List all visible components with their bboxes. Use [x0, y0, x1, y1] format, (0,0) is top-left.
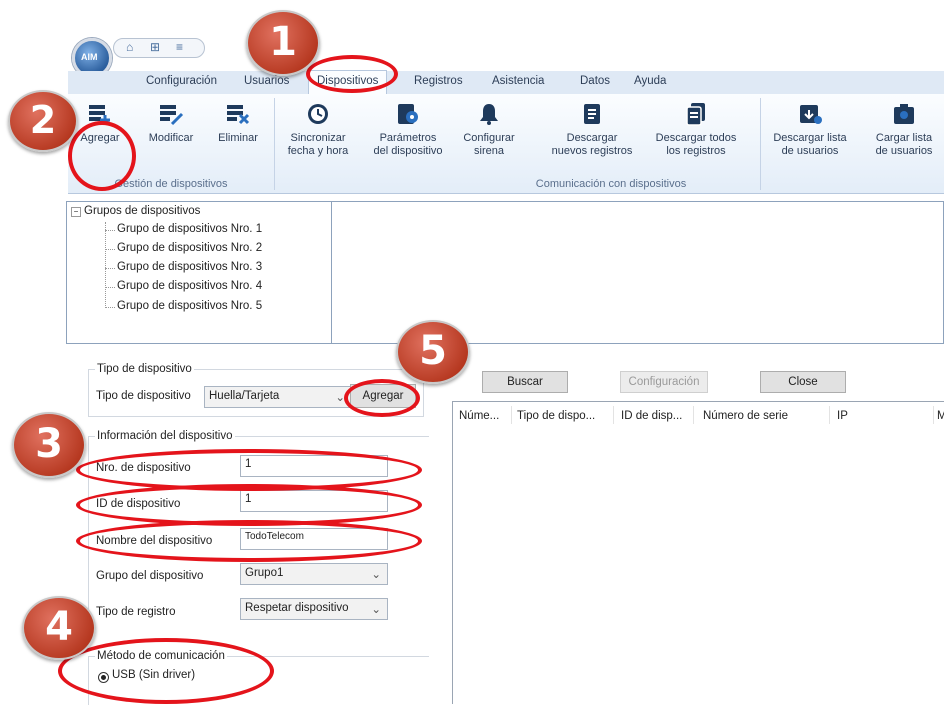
column-header[interactable]: IP — [837, 410, 848, 422]
column-separator — [693, 406, 694, 424]
column-header[interactable]: Número de serie — [703, 410, 788, 422]
device-group-value: Grupo1 — [245, 567, 284, 579]
annotation-oval-name — [76, 520, 422, 562]
tab-asistencia[interactable]: Asistencia — [492, 75, 544, 87]
annotation-oval-add — [68, 121, 136, 191]
home-icon[interactable]: ⌂ — [126, 40, 133, 54]
app-logo-text: AIM — [81, 52, 98, 62]
column-header[interactable]: M — [937, 410, 944, 422]
download-users-label: Descargar lista de usuarios — [773, 132, 847, 157]
download-all-records-button[interactable]: Descargar todos los registros — [646, 94, 746, 158]
download-new-records-label: Descargar nuevos registros — [551, 132, 633, 157]
siren-button[interactable]: Configurar sirena — [458, 94, 520, 158]
ribbon-panel: Agregar Modificar Eliminar Sincronizar f… — [68, 94, 944, 194]
annotation-oval-comm — [58, 638, 274, 704]
column-header[interactable]: Núme... — [459, 410, 499, 422]
device-params-label: Parámetros del dispositivo — [373, 132, 443, 157]
column-separator — [933, 406, 934, 424]
download-users-button[interactable]: Descargar lista de usuarios — [764, 94, 856, 158]
device-type-select[interactable]: Huella/Tarjeta ⌄ — [204, 386, 352, 408]
tab-configuracion[interactable]: Configuración — [146, 75, 217, 87]
tree-line — [105, 222, 106, 308]
tab-registros[interactable]: Registros — [414, 75, 463, 87]
record-type-label: Tipo de registro — [96, 606, 176, 618]
record-type-value: Respetar dispositivo — [245, 602, 349, 614]
edit-device-label: Modificar — [148, 132, 194, 144]
device-group-label: Grupo del dispositivo — [96, 570, 204, 582]
upload-users-label: Cargar lista de usuarios — [875, 132, 933, 157]
tab-datos[interactable]: Datos — [580, 75, 610, 87]
delete-device-label: Eliminar — [218, 132, 258, 144]
tree-item[interactable]: Grupo de dispositivos Nro. 5 — [117, 300, 262, 312]
clock-icon — [308, 104, 328, 124]
upload-users-button[interactable]: Cargar lista de usuarios — [864, 94, 944, 158]
edit-device-icon — [160, 105, 184, 126]
tree-root-label: Grupos de dispositivos — [84, 205, 201, 217]
ribbon-tab-bar: Configuración Usuarios Dispositivos Regi… — [68, 70, 944, 95]
step-badge-5: 5 — [396, 320, 470, 384]
download-record-icon — [584, 104, 600, 124]
tree-line — [105, 287, 115, 288]
tree-item[interactable]: Grupo de dispositivos Nro. 4 — [117, 280, 262, 292]
step-badge-2: 2 — [8, 90, 78, 152]
configuration-button: Configuración — [620, 371, 708, 393]
column-header[interactable]: Tipo de dispo... — [517, 410, 595, 422]
delete-device-button[interactable]: Eliminar — [212, 94, 264, 145]
menu-icon[interactable]: ≡ — [176, 40, 183, 54]
record-type-select[interactable]: Respetar dispositivo ⌄ — [240, 598, 388, 620]
annotation-oval-tab — [306, 55, 398, 93]
tree-line — [105, 307, 115, 308]
tree-item[interactable]: Grupo de dispositivos Nro. 3 — [117, 261, 262, 273]
device-params-button[interactable]: Parámetros del dispositivo — [360, 94, 456, 158]
ribbon-separator — [274, 98, 275, 190]
column-separator — [613, 406, 614, 424]
collapse-icon[interactable]: − — [71, 207, 81, 217]
upload-users-icon — [894, 104, 914, 124]
tree-item[interactable]: Grupo de dispositivos Nro. 1 — [117, 223, 262, 235]
download-all-records-label: Descargar todos los registros — [655, 132, 737, 157]
download-new-records-button[interactable]: Descargar nuevos registros — [540, 94, 644, 158]
device-settings-icon — [398, 104, 418, 124]
bell-icon — [480, 104, 498, 125]
device-info-legend: Información del dispositivo — [97, 430, 233, 442]
tree-item[interactable]: Grupo de dispositivos Nro. 2 — [117, 242, 262, 254]
tree-line — [105, 230, 115, 231]
step-badge-3: 3 — [12, 412, 86, 478]
step-badge-4: 4 — [22, 596, 96, 660]
device-type-label: Tipo de dispositivo — [96, 390, 191, 402]
sync-time-label: Sincronizar fecha y hora — [287, 132, 349, 157]
chevron-down-icon: ⌄ — [371, 569, 381, 581]
device-type-value: Huella/Tarjeta — [209, 390, 280, 402]
device-type-legend: Tipo de dispositivo — [97, 363, 192, 375]
delete-device-icon — [227, 105, 250, 125]
edit-device-button[interactable]: Modificar — [140, 94, 202, 145]
quick-access-toolbar: ⌂ ⊞ ≡ — [113, 38, 205, 58]
tree-line — [105, 268, 115, 269]
tree-root[interactable]: − Grupos de dispositivos — [71, 205, 200, 217]
column-separator — [829, 406, 830, 424]
siren-label: Configurar sirena — [463, 132, 515, 157]
annotation-oval-add-type — [344, 379, 420, 417]
sync-time-button[interactable]: Sincronizar fecha y hora — [280, 94, 356, 158]
column-header[interactable]: ID de disp... — [621, 410, 682, 422]
fingerprint-icon[interactable]: ⊞ — [150, 40, 160, 54]
close-button[interactable]: Close — [760, 371, 846, 393]
download-all-icon — [686, 103, 705, 126]
tree-line — [105, 249, 115, 250]
download-users-icon — [800, 105, 822, 124]
ribbon-separator — [760, 98, 761, 190]
device-group-select[interactable]: Grupo1 ⌄ — [240, 563, 388, 585]
device-table: Núme... Tipo de dispo... ID de disp... N… — [452, 401, 944, 704]
chevron-down-icon: ⌄ — [371, 604, 381, 616]
step-badge-1: 1 — [246, 10, 320, 76]
column-separator — [511, 406, 512, 424]
tab-ayuda[interactable]: Ayuda — [634, 75, 666, 87]
device-group-tree: − Grupos de dispositivos Grupo de disposi… — [66, 201, 332, 344]
search-button[interactable]: Buscar — [482, 371, 568, 393]
tab-usuarios[interactable]: Usuarios — [244, 75, 289, 87]
group-label-device-communication: Comunicación con dispositivos — [535, 178, 687, 190]
